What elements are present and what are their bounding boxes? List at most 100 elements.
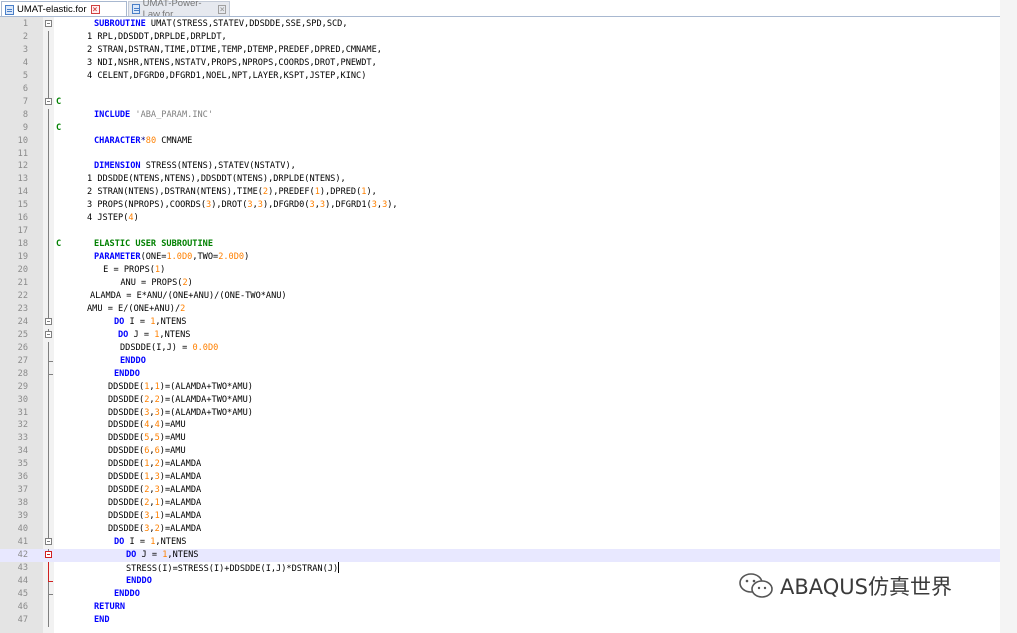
line-number: 45 — [17, 588, 28, 599]
code-token: DDSDDE( — [108, 511, 145, 522]
fold-marker[interactable] — [44, 18, 53, 31]
code-line[interactable]: 14 2 STRAN(NTENS),DSTRAN(NTENS),TIME(2),P… — [0, 186, 1000, 200]
code-text: AMU = E/(ONE+ANU)/2 — [87, 303, 185, 316]
fold-toggle-icon[interactable] — [45, 317, 52, 325]
code-line[interactable]: 29 DDSDDE(1,1)=(ALAMDA+TWO*AMU) — [0, 380, 1000, 394]
file-icon — [5, 4, 14, 15]
code-line[interactable]: 35 DDSDDE(1,2)=ALAMDA — [0, 458, 1000, 472]
code-token: 2 STRAN(NTENS),DSTRAN(NTENS),TIME( — [87, 187, 263, 198]
vertical-scrollbar[interactable] — [1000, 0, 1017, 633]
fold-marker[interactable] — [44, 548, 53, 562]
code-line[interactable]: 23 AMU = E/(ONE+ANU)/2 — [0, 302, 1000, 316]
code-token: )=ALAMDA — [159, 472, 202, 483]
fold-marker[interactable] — [44, 95, 53, 109]
code-line[interactable]: 38 DDSDDE(2,1)=ALAMDA — [0, 497, 1000, 511]
code-line[interactable]: 19 PARAMETER(ONE=1.0D0,TWO=2.0D0) — [0, 251, 1000, 265]
code-line[interactable]: 4 3 NDI,NSHR,NTENS,NSTATV,PROPS,NPROPS,CO… — [0, 56, 1000, 70]
line-number: 27 — [17, 355, 28, 366]
code-line[interactable]: 15 3 PROPS(NPROPS),COORDS(3),DROT(3,3),DF… — [0, 199, 1000, 213]
code-line[interactable]: 21 ANU = PROPS(2) — [0, 277, 1000, 290]
line-number: 34 — [17, 446, 28, 457]
code-line[interactable]: 34 DDSDDE(6,6)=AMU — [0, 445, 1000, 459]
code-text: SUBROUTINE UMAT(STRESS,STATEV,DDSDDE,SSE… — [94, 18, 348, 31]
code-line[interactable]: 46 RETURN — [0, 600, 1000, 614]
code-line[interactable]: 7C — [0, 95, 1000, 109]
fold-marker — [44, 561, 53, 575]
code-line[interactable]: 13 1 DDSDDE(NTENS,NTENS),DDSDDT(NTENS),DR… — [0, 173, 1000, 187]
fold-marker[interactable] — [44, 536, 53, 549]
code-text: RETURN — [94, 601, 125, 614]
code-line[interactable]: 30 DDSDDE(2,2)=(ALAMDA+TWO*AMU) — [0, 393, 1000, 407]
fold-toggle-icon[interactable] — [45, 97, 52, 105]
fold-toggle-icon[interactable] — [45, 550, 52, 558]
code-line[interactable]: 20 E = PROPS(1) — [0, 264, 1000, 278]
code-token: 3 NDI,NSHR,NTENS,NSTATV,PROPS,NPROPS,COO… — [87, 57, 377, 68]
code-token: J = — [133, 329, 155, 340]
comment-marker: C — [56, 239, 62, 250]
code-line[interactable]: 39 DDSDDE(3,1)=ALAMDA — [0, 510, 1000, 524]
code-text: DDSDDE(2,2)=(ALAMDA+TWO*AMU) — [108, 394, 253, 407]
code-line[interactable]: 5 4 CELENT,DFGRD0,DFGRD1,NOEL,NPT,LAYER,K… — [0, 69, 1000, 83]
code-line[interactable]: 42 DO J = 1,NTENS — [0, 548, 1000, 562]
code-line[interactable]: 6 — [0, 82, 1000, 96]
code-line[interactable]: 17 — [0, 225, 1000, 239]
code-token: ELASTIC USER SUBROUTINE — [94, 239, 213, 250]
line-number: 21 — [17, 278, 28, 288]
code-line[interactable]: 26 DDSDDE(I,J) = 0.0D0 — [0, 341, 1000, 355]
fold-toggle-icon[interactable] — [45, 20, 52, 27]
code-line[interactable]: 2 1 RPL,DDSDDT,DRPLDE,DRPLDT, — [0, 30, 1000, 44]
code-token: )=(ALAMDA+TWO*AMU) — [159, 407, 253, 418]
code-token: 1.0D0 — [166, 252, 193, 263]
code-token: DDSDDE( — [108, 381, 145, 392]
code-line[interactable]: 24 DO I = 1,NTENS — [0, 315, 1000, 329]
tab-umat-elastic[interactable]: UMAT-elastic.for × — [1, 1, 127, 17]
close-tab-icon[interactable]: × — [90, 5, 100, 14]
fold-toggle-icon[interactable] — [45, 538, 52, 545]
code-line[interactable]: 25 DO J = 1,NTENS — [0, 328, 1000, 342]
code-line[interactable]: 16 4 JSTEP(4) — [0, 212, 1000, 226]
tab-umat-power-law[interactable]: UMAT-Power-Law.for × — [128, 0, 230, 20]
code-token: ANU = PROPS( — [110, 278, 183, 288]
code-line[interactable]: 40 DDSDDE(3,2)=ALAMDA — [0, 523, 1000, 537]
code-line[interactable]: 18 C ELASTIC USER SUBROUTINE — [0, 238, 1000, 252]
code-line[interactable]: 9C — [0, 121, 1000, 135]
line-number: 32 — [17, 420, 28, 431]
code-line[interactable]: 33 DDSDDE(5,5)=AMU — [0, 432, 1000, 446]
fold-marker[interactable] — [44, 328, 53, 342]
code-line[interactable]: 28 ENDDO — [0, 367, 1000, 381]
code-text: DDSDDE(1,3)=ALAMDA — [108, 471, 201, 484]
code-token: DDSDDE( — [108, 407, 145, 418]
fold-marker — [44, 147, 53, 161]
watermark: ABAQUS仿真世界 — [738, 571, 952, 601]
code-line[interactable]: 37 DDSDDE(2,3)=ALAMDA — [0, 484, 1000, 498]
close-tab-icon[interactable]: × — [218, 4, 226, 14]
code-text: 2 STRAN(NTENS),DSTRAN(NTENS),TIME(2),PRE… — [87, 186, 377, 199]
fold-marker — [44, 419, 53, 433]
code-token: DDSDDE( — [108, 420, 145, 431]
code-line[interactable]: 12 DIMENSION STRESS(NTENS),STATEV(NSTATV)… — [0, 160, 1000, 174]
code-token: END — [94, 614, 110, 625]
fold-marker — [44, 406, 53, 420]
code-text: DDSDDE(3,2)=ALAMDA — [108, 523, 201, 536]
code-token: DDSDDE( — [108, 485, 145, 496]
code-line[interactable]: 22 ALAMDA = E*ANU/(ONE+ANU)/(ONE-TWO*ANU) — [0, 289, 1000, 303]
code-line[interactable]: 1 SUBROUTINE UMAT(STRESS,STATEV,DDSDDE,SS… — [0, 18, 1000, 31]
code-line[interactable]: 31 DDSDDE(3,3)=(ALAMDA+TWO*AMU) — [0, 406, 1000, 420]
code-line[interactable]: 3 2 STRAN,DSTRAN,TIME,DTIME,TEMP,DTEMP,PR… — [0, 43, 1000, 57]
code-line[interactable]: 47 END — [0, 613, 1000, 627]
code-text: STRESS(I)=STRESS(I)+DDSDDE(I,J)*DSTRAN(J… — [126, 561, 340, 576]
code-token: ENDDO — [114, 368, 140, 379]
code-line[interactable]: 27 ENDDO — [0, 354, 1000, 368]
fold-marker[interactable] — [44, 315, 53, 329]
code-line[interactable]: 11 — [0, 147, 1000, 161]
code-line[interactable]: 8 INCLUDE 'ABA_PARAM.INC' — [0, 108, 1000, 122]
fold-toggle-icon[interactable] — [45, 330, 52, 338]
line-number: 40 — [17, 524, 28, 535]
code-token: 3 PROPS(NPROPS),COORDS( — [87, 200, 206, 211]
code-line[interactable]: 10 CHARACTER*80 CMNAME — [0, 134, 1000, 148]
code-line[interactable]: 36 DDSDDE(1,3)=ALAMDA — [0, 471, 1000, 485]
code-token: DIMENSION — [94, 161, 146, 172]
code-line[interactable]: 32 DDSDDE(4,4)=AMU — [0, 419, 1000, 433]
code-token: ),DROT( — [211, 200, 248, 211]
code-line[interactable]: 41 DO I = 1,NTENS — [0, 536, 1000, 549]
